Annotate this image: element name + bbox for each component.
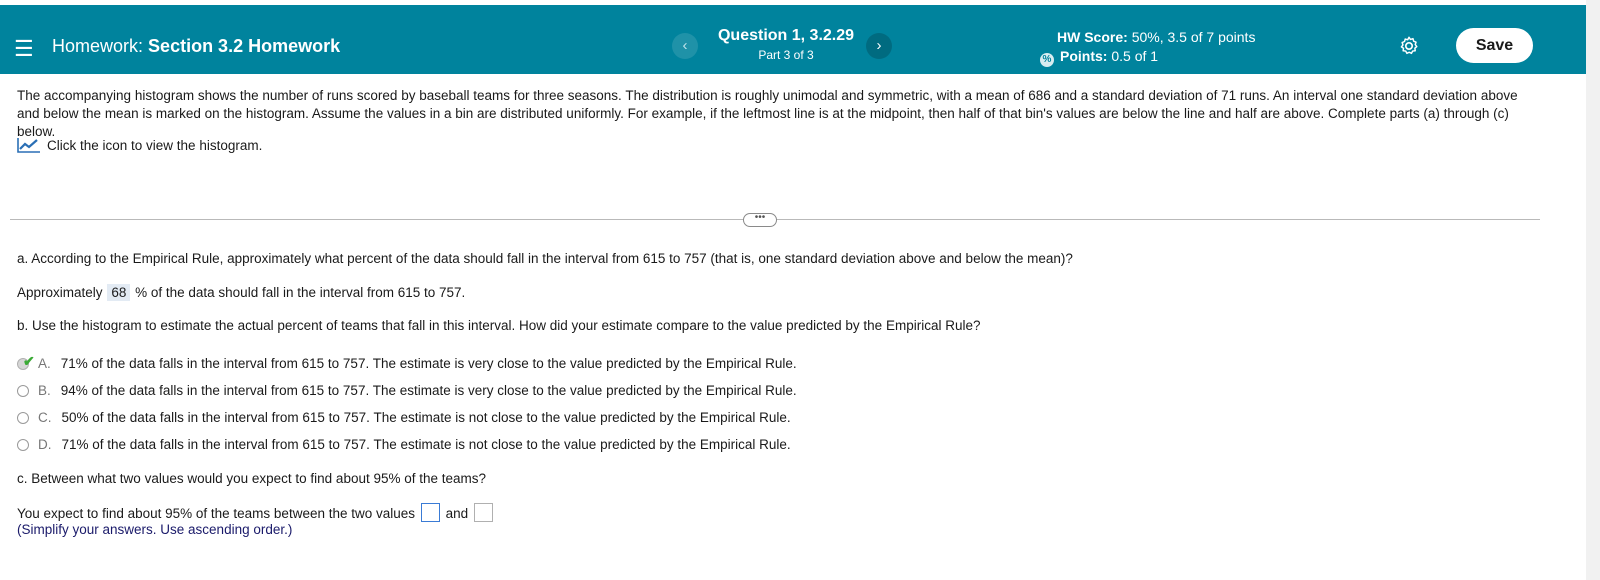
- option-d-radio[interactable]: [17, 438, 29, 451]
- histogram-link-label[interactable]: Click the icon to view the histogram.: [47, 138, 262, 153]
- settings-gear-icon[interactable]: [1398, 35, 1420, 57]
- homework-title: Homework: Section 3.2 Homework: [52, 36, 340, 57]
- part-c-answer-line: You expect to find about 95% of the team…: [17, 503, 495, 522]
- option-b-radio[interactable]: [17, 384, 29, 397]
- part-a-question: a. According to the Empirical Rule, appr…: [17, 251, 1073, 266]
- option-a-text: 71% of the data falls in the interval fr…: [60, 356, 797, 371]
- partial-credit-icon: %: [1040, 53, 1054, 67]
- part-a-answer-line: Approximately 68 % of the data should fa…: [17, 284, 465, 301]
- question-title: Question 1, 3.2.29: [717, 27, 855, 44]
- problem-intro: The accompanying histogram shows the num…: [17, 88, 1518, 139]
- correct-check-icon: ✔: [23, 352, 35, 369]
- answer-hint: (Simplify your answers. Use ascending or…: [17, 522, 293, 537]
- option-d-letter: D.: [38, 437, 52, 452]
- option-b[interactable]: B. 94% of the data falls in the interval…: [17, 383, 797, 398]
- hw-score-value: 50%, 3.5 of 7 points: [1131, 29, 1256, 45]
- chart-icon[interactable]: [17, 137, 41, 153]
- save-button[interactable]: Save: [1456, 28, 1533, 63]
- top-bar: ☰ Homework: Section 3.2 Homework ‹ Quest…: [0, 5, 1586, 74]
- part-a-answer-prefix: Approximately: [17, 285, 103, 300]
- option-a[interactable]: ✔ A. 71% of the data falls in the interv…: [17, 353, 797, 371]
- previous-question-button[interactable]: ‹: [672, 33, 698, 59]
- option-b-text: 94% of the data falls in the interval fr…: [60, 383, 797, 398]
- part-c-answer-prefix: You expect to find about 95% of the team…: [17, 506, 416, 521]
- option-b-letter: B.: [38, 383, 51, 398]
- option-a-letter: A.: [38, 356, 51, 371]
- option-d[interactable]: D. 71% of the data falls in the interval…: [17, 437, 791, 452]
- part-a-answer-suffix: % of the data should fall in the interva…: [135, 285, 466, 300]
- question-part: Part 3 of 3: [758, 48, 814, 62]
- option-d-text: 71% of the data falls in the interval fr…: [61, 437, 791, 452]
- upper-value-input[interactable]: [473, 503, 493, 522]
- expand-more-button[interactable]: •••: [743, 213, 777, 227]
- points: % Points: 0.5 of 1: [1040, 48, 1158, 67]
- part-b-question: b. Use the histogram to estimate the act…: [17, 318, 981, 333]
- part-a-answer-value[interactable]: 68: [107, 284, 131, 301]
- part-c-question: c. Between what two values would you exp…: [17, 471, 487, 486]
- next-question-button[interactable]: ›: [866, 33, 892, 59]
- option-c-radio[interactable]: [17, 411, 29, 424]
- hw-score: HW Score: 50%, 3.5 of 7 points: [1057, 29, 1255, 45]
- menu-icon[interactable]: ☰: [14, 38, 34, 60]
- option-c[interactable]: C. 50% of the data falls in the interval…: [17, 410, 791, 425]
- homework-title-prefix: Homework:: [52, 36, 144, 56]
- points-value: 0.5 of 1: [1111, 48, 1159, 64]
- lower-value-input[interactable]: [420, 503, 440, 522]
- hw-score-label: HW Score:: [1057, 29, 1128, 45]
- homework-title-name: Section 3.2 Homework: [148, 36, 341, 56]
- part-c-and-label: and: [445, 506, 469, 521]
- scrollbar[interactable]: [1586, 0, 1600, 580]
- histogram-link[interactable]: Click the icon to view the histogram.: [17, 137, 262, 153]
- option-c-text: 50% of the data falls in the interval fr…: [61, 410, 791, 425]
- points-label: Points:: [1060, 48, 1108, 64]
- option-a-radio[interactable]: ✔: [17, 353, 35, 370]
- option-c-letter: C.: [38, 410, 52, 425]
